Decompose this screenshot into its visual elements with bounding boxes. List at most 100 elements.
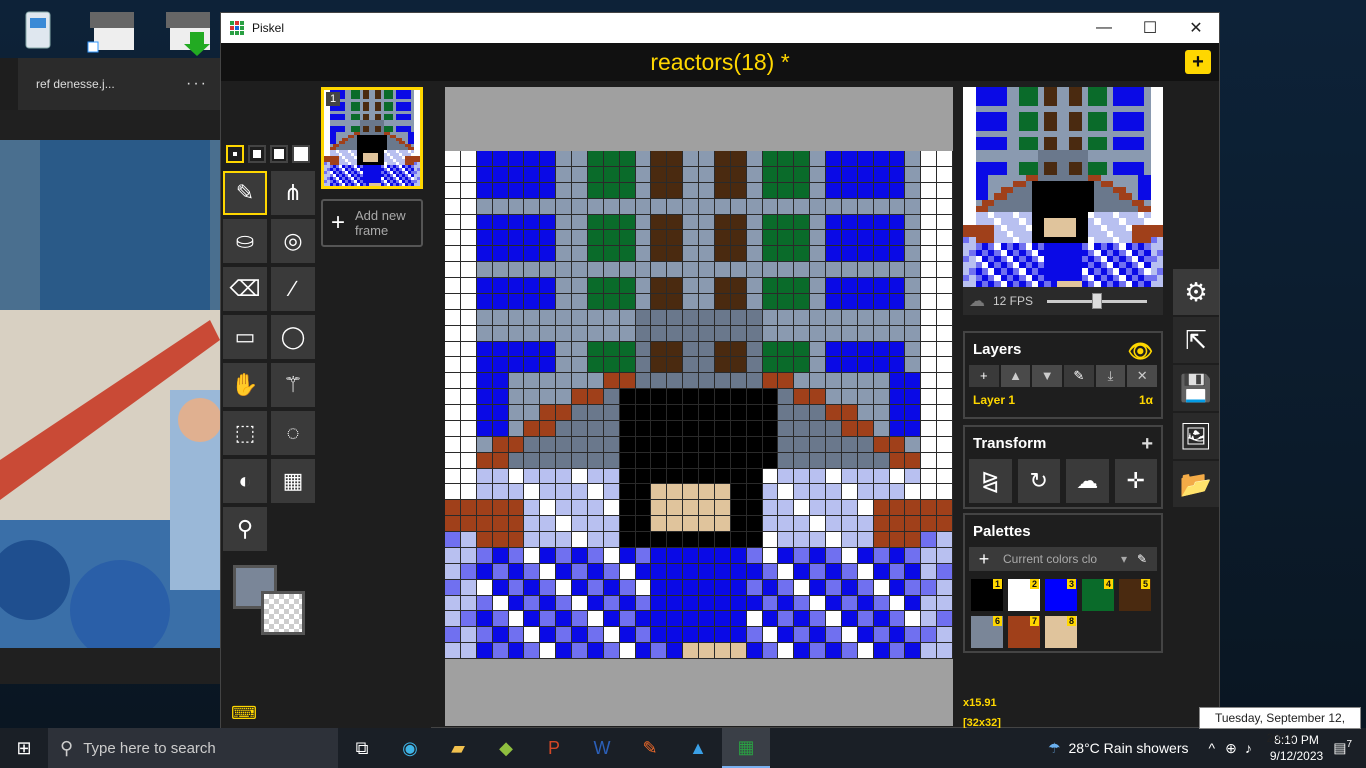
photos-icon[interactable]: ▲ (674, 728, 722, 768)
palette-color-index: 3 (1066, 579, 1076, 589)
palette-color-2[interactable]: 2 (1008, 579, 1040, 611)
palette-color-5[interactable]: 5 (1119, 579, 1151, 611)
magic-wand-tool-icon[interactable]: ⚚ (271, 363, 315, 407)
lighten-tool-icon[interactable]: ◐ (223, 459, 267, 503)
frame-thumbnail[interactable]: 1 (321, 87, 423, 189)
pen-size-1[interactable] (226, 145, 244, 163)
app-icon[interactable]: ◆ (482, 728, 530, 768)
scanner-download-icon[interactable] (160, 4, 216, 56)
stroke-tool-icon[interactable]: ∕ (271, 267, 315, 311)
layers-title: Layers (973, 340, 1022, 358)
mirror-pen-tool-icon[interactable]: ⋔ (271, 171, 315, 215)
edit-layer-button[interactable]: ✎ (1064, 365, 1094, 387)
palette-color-3[interactable]: 3 (1045, 579, 1077, 611)
frames-panel: 1 + Add new frame (321, 81, 431, 729)
merge-layer-button[interactable]: ⤓ (1095, 365, 1126, 387)
layer-row[interactable]: Layer 1 1α (965, 393, 1161, 407)
keyboard-shortcuts-icon[interactable]: ⌨ (231, 703, 257, 724)
powerpoint-icon[interactable]: P (530, 728, 578, 768)
palette-color-8[interactable]: 8 (1045, 616, 1077, 648)
palette-select[interactable]: Current colors clo (999, 552, 1121, 566)
maximize-button[interactable]: ☐ (1127, 18, 1173, 38)
file-explorer-icon[interactable]: ▰ (434, 728, 482, 768)
paint-bucket-tool-icon[interactable]: ⛀ (223, 219, 267, 263)
edit-palette-icon[interactable]: ✎ (1127, 552, 1157, 566)
move-layer-up-button[interactable]: ▲ (1000, 365, 1031, 387)
drawing-canvas[interactable] (445, 87, 953, 726)
windows-start-icon[interactable]: ⊞ (0, 728, 48, 768)
rectangle-select-tool-icon[interactable]: ⬚ (223, 411, 267, 455)
paint-same-color-tool-icon[interactable]: ◎ (271, 219, 315, 263)
rotate-icon[interactable]: ↻ (1017, 459, 1060, 503)
search-box[interactable]: ⚲ Type here to search (48, 728, 338, 768)
settings-gear-icon[interactable]: ⚙ (1173, 269, 1219, 315)
sprite-pixel-grid[interactable] (445, 151, 953, 659)
lasso-select-tool-icon[interactable]: ◌ (271, 411, 315, 455)
frame-number: 1 (326, 92, 340, 106)
pen-size-2[interactable] (248, 145, 266, 163)
delete-layer-button[interactable]: ✕ (1127, 365, 1158, 387)
export-image-icon[interactable]: 🖼 (1173, 413, 1219, 459)
eraser-tool-icon[interactable]: ⌫ (223, 267, 267, 311)
new-sprite-button[interactable]: + (1185, 50, 1211, 74)
add-layer-button[interactable]: + (969, 365, 999, 387)
taskbar: ⊞ ⚲ Type here to search ⧉ ◉ ▰ ◆ P W ✎ ▲ … (0, 728, 1366, 768)
canvas-status: x15.91 [32x32] (963, 693, 1001, 733)
more-options-icon[interactable]: ··· (186, 75, 208, 93)
photo-file-name[interactable]: ref denesse.j... (36, 77, 186, 91)
palette-color-index: 8 (1066, 616, 1076, 626)
piskel-taskbar-icon[interactable]: ▦ (722, 728, 770, 768)
layer-name: Layer 1 (973, 393, 1016, 407)
network-icon[interactable]: ⊕ (1225, 740, 1237, 757)
circle-tool-icon[interactable]: ◯ (271, 315, 315, 359)
eye-icon[interactable]: 👁 (1128, 339, 1153, 364)
center-icon[interactable]: ✛ (1114, 459, 1157, 503)
palette-color-7[interactable]: 7 (1008, 616, 1040, 648)
move-layer-down-button[interactable]: ▼ (1032, 365, 1063, 387)
fps-slider[interactable] (1047, 292, 1148, 309)
dithering-tool-icon[interactable]: ▦ (271, 459, 315, 503)
move-tool-icon[interactable]: ✋ (223, 363, 267, 407)
edge-browser-icon[interactable]: ◉ (386, 728, 434, 768)
notifications-icon[interactable]: ▤7 (1333, 739, 1352, 757)
word-icon[interactable]: W (578, 728, 626, 768)
secondary-color-swatch[interactable] (261, 591, 305, 635)
pen-size-4[interactable] (292, 145, 310, 163)
animation-preview (963, 87, 1163, 287)
paint-app-icon[interactable]: ✎ (626, 728, 674, 768)
pen-size-3[interactable] (270, 145, 288, 163)
clone-sheep-icon[interactable]: ☁ (1066, 459, 1109, 503)
onion-skin-icon[interactable]: ☁ (969, 291, 985, 311)
color-picker-tool-icon[interactable]: ⚲ (223, 507, 267, 551)
weather-text[interactable]: 28°C Rain showers (1069, 740, 1189, 756)
rectangle-tool-icon[interactable]: ▭ (223, 315, 267, 359)
palette-color-index: 4 (1103, 579, 1113, 589)
minimize-button[interactable]: — (1081, 19, 1127, 37)
palette-swatches: 1 2 3 4 5 6 7 8 (965, 571, 1161, 656)
scanner-icon[interactable] (84, 4, 140, 56)
flip-icon[interactable]: ⧎ (969, 459, 1012, 503)
palette-color-index: 7 (1029, 616, 1039, 626)
fps-slider-handle[interactable] (1092, 292, 1103, 309)
chevron-up-icon[interactable]: ^ (1209, 740, 1216, 756)
palette-color-1[interactable]: 1 (971, 579, 1003, 611)
palette-color-4[interactable]: 4 (1082, 579, 1114, 611)
window-title: Piskel (252, 21, 285, 35)
task-view-icon[interactable]: ⧉ (338, 728, 386, 768)
save-icon[interactable]: 💾 (1173, 365, 1219, 411)
import-folder-icon[interactable]: 📂 (1173, 461, 1219, 507)
close-button[interactable]: ✕ (1173, 18, 1219, 38)
palette-color-6[interactable]: 6 (971, 616, 1003, 648)
add-new-frame-button[interactable]: + Add new frame (321, 199, 423, 247)
add-palette-button[interactable]: + (969, 549, 999, 570)
volume-icon[interactable]: ♪ (1245, 740, 1252, 756)
resize-icon[interactable]: ⇱ (1173, 317, 1219, 363)
system-tray: ☂ 28°C Rain showers ^ ⊕ ♪ 8:10 PM 9/12/2… (1048, 728, 1366, 768)
background-photo (0, 140, 220, 648)
fps-control: ☁ 12 FPS (963, 287, 1163, 315)
weather-icon[interactable]: ☂ (1048, 740, 1061, 757)
transform-expand-icon[interactable]: + (1141, 433, 1153, 456)
pen-tool-icon[interactable]: ✎ (223, 171, 267, 215)
recycle-bin-icon[interactable] (10, 4, 66, 56)
pen-size-selector (226, 145, 310, 163)
